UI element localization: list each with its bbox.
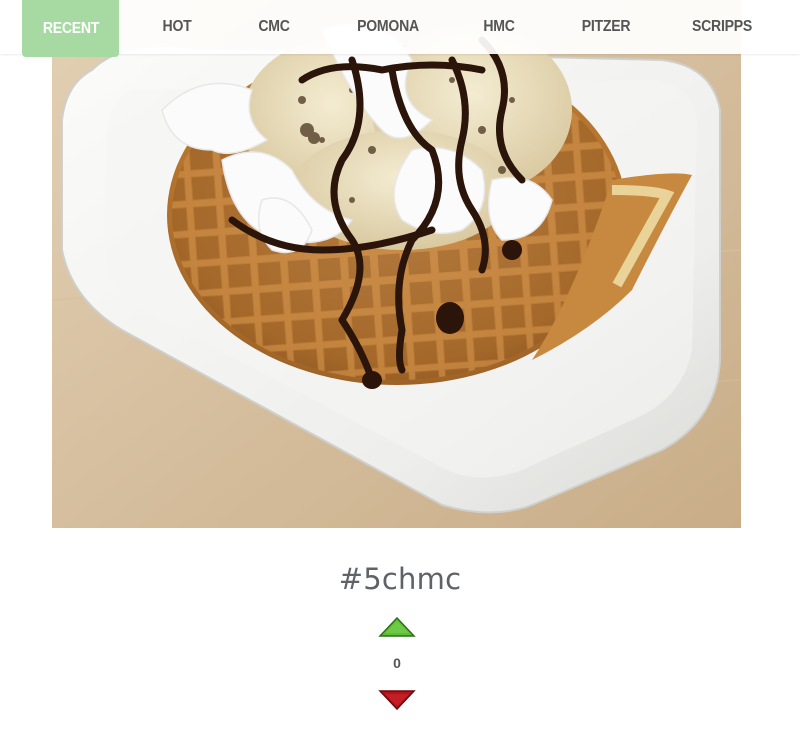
tab-hmc[interactable]: HMC xyxy=(472,0,527,54)
tab-pitzer[interactable]: PITZER xyxy=(573,0,640,54)
post-hashtag[interactable]: #5chmc xyxy=(0,562,800,596)
tab-pomona[interactable]: POMONA xyxy=(348,0,427,54)
tab-recent[interactable]: RECENT xyxy=(22,0,119,57)
tab-hot[interactable]: HOT xyxy=(150,0,205,54)
tab-cmc[interactable]: CMC xyxy=(247,0,302,54)
vote-count: 0 xyxy=(393,655,401,671)
waffle-ice-cream-photo xyxy=(52,0,741,528)
tab-scripps[interactable]: SCRIPPS xyxy=(685,0,759,54)
tab-recent-label: RECENT xyxy=(42,19,99,37)
upvote-triangle-icon[interactable] xyxy=(378,616,416,638)
downvote-triangle-icon[interactable] xyxy=(378,689,416,711)
top-navbar: RECENT HOT CMC POMONA HMC PITZER SCRIPPS xyxy=(0,0,800,57)
post-image xyxy=(52,0,741,528)
